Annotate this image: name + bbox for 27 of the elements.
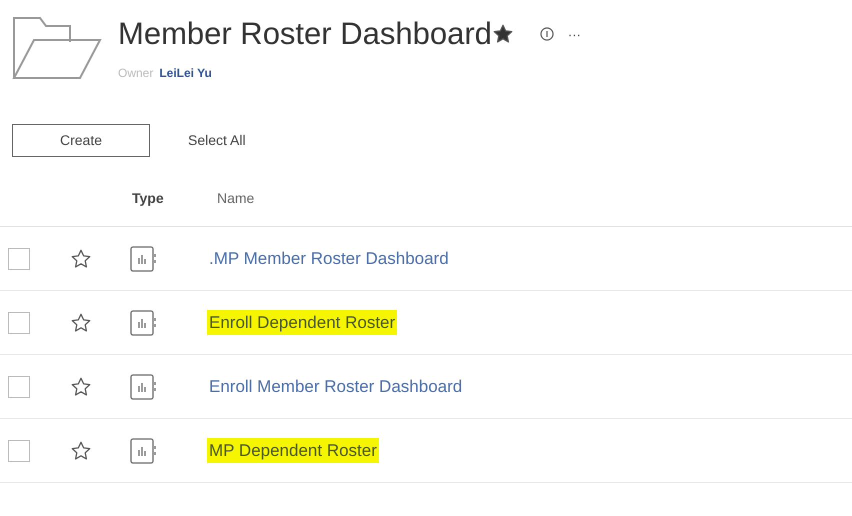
chart-icon — [130, 438, 156, 464]
owner-label: Owner — [118, 65, 154, 82]
more-button[interactable]: ··· — [568, 28, 581, 40]
chart-icon — [130, 246, 156, 272]
row-checkbox[interactable] — [8, 312, 30, 334]
owner-link[interactable]: LeiLei Yu — [159, 64, 212, 82]
favorite-star-icon[interactable] — [492, 23, 514, 45]
star-icon[interactable] — [70, 312, 92, 334]
workbook-link[interactable]: .MP Member Roster Dashboard — [207, 246, 451, 270]
star-icon[interactable] — [70, 440, 92, 462]
workbook-link[interactable]: MP Dependent Roster — [207, 438, 379, 462]
info-icon[interactable] — [540, 27, 554, 41]
dashboard-title: Member Roster Dashboard — [118, 15, 492, 53]
workbook-link[interactable]: Enroll Member Roster Dashboard — [207, 374, 464, 398]
select-all-button[interactable]: Select All — [188, 130, 246, 151]
chart-icon — [130, 310, 156, 336]
create-button[interactable]: Create — [12, 124, 150, 157]
row-checkbox[interactable] — [8, 248, 30, 270]
chart-icon — [130, 374, 156, 400]
row-checkbox[interactable] — [8, 376, 30, 398]
workbook-link[interactable]: Enroll Dependent Roster — [207, 310, 398, 334]
column-header[interactable]: Type — [132, 188, 217, 209]
folder-icon — [10, 14, 102, 80]
star-icon[interactable] — [70, 248, 92, 270]
row-checkbox[interactable] — [8, 440, 30, 462]
star-icon[interactable] — [70, 376, 92, 398]
column-header[interactable]: Name — [217, 188, 254, 209]
